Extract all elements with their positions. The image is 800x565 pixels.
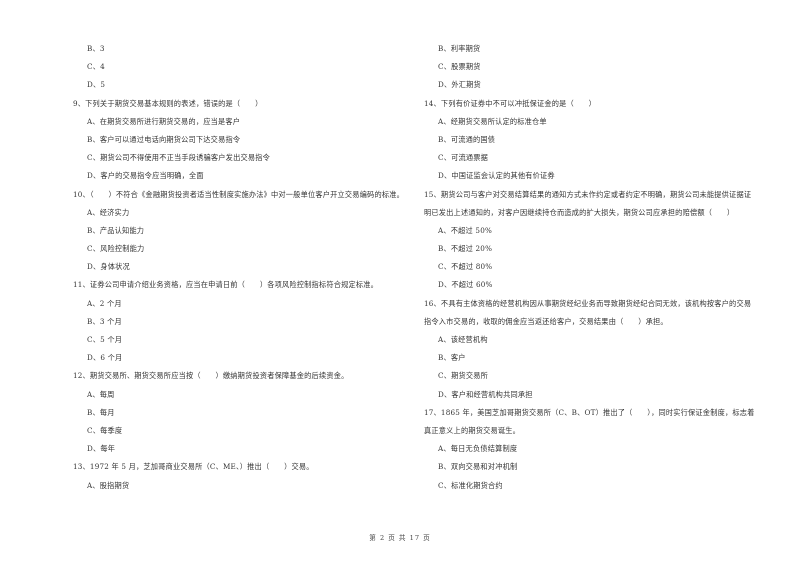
option-b: B、3	[87, 44, 105, 53]
option-b: B、客户	[438, 353, 466, 363]
question-13: 13、1972 年 5 月，芝加哥商业交易所（C、ME、）推出（ ）交易。 A、…	[73, 458, 413, 494]
option-a: A、经期货交易所认定的标准仓单	[438, 116, 547, 126]
question-14: 14、下列有价证券中不可以冲抵保证金的是（ ） A、经期货交易所认定的标准仓单 …	[424, 95, 764, 186]
option-c: C、每季度	[87, 426, 123, 435]
option-a: A、经济实力	[87, 207, 130, 217]
option-d: D、客户的交易指令应当明确，全面	[87, 171, 204, 181]
question-10: 10、（ ）不符合《金融期货投资者适当性制度实施办法》中对一般单位客户开立交易编…	[73, 186, 413, 277]
option-c: C、期货交易所	[438, 371, 489, 381]
question-stem: 9、下列关于期货交易基本规则的表述，错误的是（ ）	[73, 98, 263, 108]
option-d: D、不超过 60%	[438, 280, 493, 290]
option-b: B、可流通的国债	[438, 134, 496, 144]
option-a: A、不超过 50%	[438, 225, 493, 235]
question-12: 12、期货交易所、期货交易所应当按（ ）缴纳期货投资者保障基金的后续资金。 A、…	[73, 367, 413, 458]
option-b: B、利率期货	[438, 44, 481, 53]
question-16: 16、不具有主体资格的经营机构因从事期货经纪业务而导致期货经纪合同无效，该机构按…	[424, 295, 764, 404]
option-b: B、3 个月	[87, 316, 122, 326]
option-d: D、中国证监会认定的其他有价证券	[438, 171, 555, 181]
option-c: C、股票期货	[438, 62, 481, 72]
exam-page: B、3 C、4 D、5 9、下列关于期货交易基本规则的表述，错误的是（ ） A、…	[0, 0, 800, 565]
option-d: D、客户和经营机构共同承担	[438, 389, 533, 399]
option-b: B、每月	[87, 407, 115, 417]
option-b: B、双向交易和对冲机制	[438, 462, 518, 472]
option-c: C、不超过 80%	[438, 262, 493, 272]
question-9: 9、下列关于期货交易基本规则的表述，错误的是（ ） A、在期货交易所进行期货交易…	[73, 95, 413, 186]
question-stem: 15、期货公司与客户对交易结算结果的通知方式未作约定或者约定不明确，期货公司未能…	[424, 189, 752, 217]
question-11: 11、证券公司申请介绍业务资格，应当在申请日前（ ）各项风险控制指标符合规定标准…	[73, 276, 413, 367]
option-c: C、5 个月	[87, 335, 123, 345]
option-d: D、外汇期货	[438, 80, 481, 90]
option-a: A、每周	[87, 389, 115, 399]
left-column: B、3 C、4 D、5 9、下列关于期货交易基本规则的表述，错误的是（ ） A、…	[73, 40, 413, 495]
option-d: D、5	[87, 80, 106, 90]
option-b: B、产品认知能力	[87, 225, 145, 235]
option-d: D、每年	[87, 444, 116, 454]
option-c: C、4	[87, 62, 105, 72]
option-b: B、不超过 20%	[438, 244, 493, 254]
option-d: D、身体状况	[87, 262, 130, 272]
option-c: C、标准化期货合约	[438, 480, 503, 490]
question-15: 15、期货公司与客户对交易结算结果的通知方式未作约定或者约定不明确，期货公司未能…	[424, 186, 764, 295]
option-c: C、风险控制能力	[87, 244, 145, 254]
question-stem: 14、下列有价证券中不可以冲抵保证金的是（ ）	[424, 98, 597, 108]
question-stem: 17、1865 年，美国芝加哥期货交易所（C、B、OT）推出了（ ），同时实行保…	[424, 407, 755, 436]
option-a: A、在期货交易所进行期货交易的，应当是客户	[87, 116, 241, 126]
option-a: A、该经营机构	[438, 335, 488, 345]
option-c: C、期货公司不得使用不正当手段诱骗客户发出交易指令	[87, 153, 271, 163]
option-a: A、2 个月	[87, 298, 122, 308]
question-stem: 11、证券公司申请介绍业务资格，应当在申请日前（ ）各项风险控制指标符合规定标准…	[73, 280, 379, 290]
question-17: 17、1865 年，美国芝加哥期货交易所（C、B、OT）推出了（ ），同时实行保…	[424, 404, 764, 495]
question-stem: 13、1972 年 5 月，芝加哥商业交易所（C、ME、）推出（ ）交易。	[73, 462, 314, 472]
option-a: A、股指期货	[87, 480, 130, 490]
option-d: D、6 个月	[87, 353, 123, 363]
question-stem: 12、期货交易所、期货交易所应当按（ ）缴纳期货投资者保障基金的后续资金。	[73, 371, 349, 381]
right-column: B、利率期货 C、股票期货 D、外汇期货 14、下列有价证券中不可以冲抵保证金的…	[424, 40, 764, 495]
question-stem: 16、不具有主体资格的经营机构因从事期货经纪业务而导致期货经纪合同无效，该机构按…	[424, 298, 752, 326]
option-a: A、每日无负债结算制度	[438, 444, 518, 454]
option-c: C、可流通票据	[438, 153, 489, 163]
question-stem: 10、（ ）不符合《金融期货投资者适当性制度实施办法》中对一般单位客户开立交易编…	[73, 189, 405, 199]
option-b: B、客户可以通过电话向期货公司下达交易指令	[87, 134, 241, 144]
page-number-footer: 第 2 页 共 17 页	[369, 534, 431, 542]
